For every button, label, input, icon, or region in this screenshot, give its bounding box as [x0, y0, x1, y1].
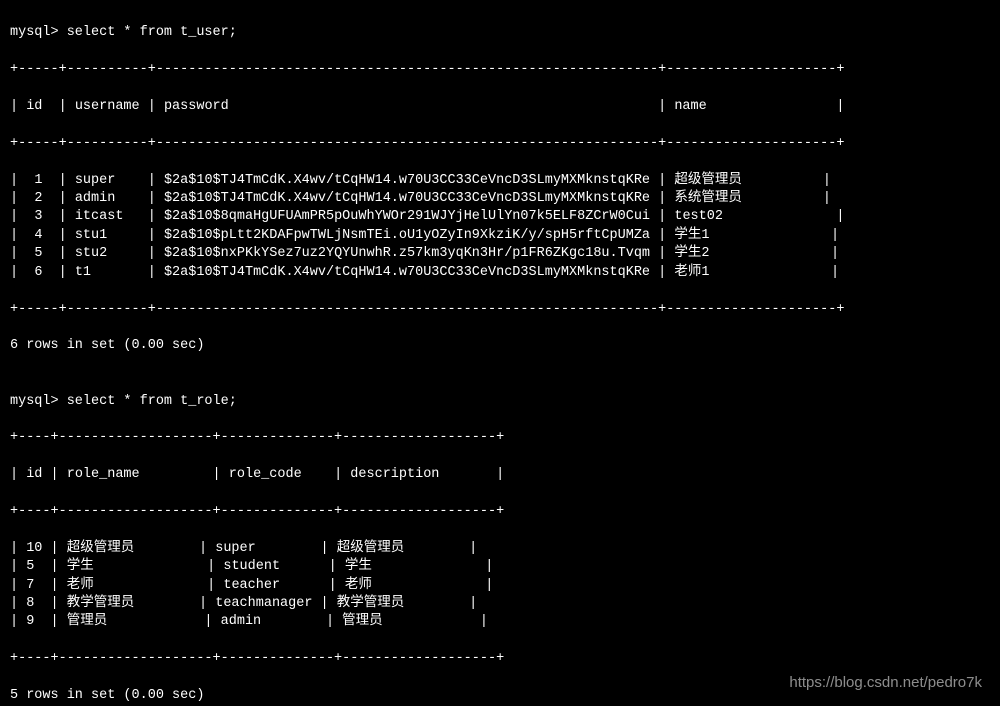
- cell-name: 系统管理员: [674, 191, 742, 206]
- col-id: id: [26, 99, 42, 114]
- cell-password: $2a$10$nxPKkYSez7uz2YQYUnwhR.z57km3yqKn3…: [164, 246, 650, 261]
- table-row: | 10 | 超级管理员 | super | 超级管理员 |: [10, 540, 990, 558]
- query-line-2: mysql> select * from t_role;: [10, 393, 990, 411]
- table2-border-mid: +----+-------------------+--------------…: [10, 503, 990, 521]
- table-row: | 1 | super | $2a$10$TJ4TmCdK.X4wv/tCqHW…: [10, 172, 990, 190]
- cell-tail: |: [709, 265, 839, 280]
- table1-border-mid: +-----+----------+----------------------…: [10, 135, 990, 153]
- col-password: password: [164, 99, 229, 114]
- cell-role-code: super: [215, 541, 312, 556]
- cell-role-name: 教学管理员: [67, 596, 135, 611]
- cell-role-code: teachmanager: [215, 596, 312, 611]
- table2-border-top: +----+-------------------+--------------…: [10, 429, 990, 447]
- cell-name: test02: [674, 209, 723, 224]
- cell-tail: |: [742, 173, 831, 188]
- col-username: username: [75, 99, 140, 114]
- cell-username: stu1: [75, 228, 140, 243]
- cell-role-name: 超级管理员: [67, 541, 135, 556]
- cell-id: 9: [26, 614, 42, 629]
- cell-tail: |: [709, 228, 839, 243]
- cell-password: $2a$10$pLtt2KDAFpwTWLjNsmTEi.oU1yOZyIn9X…: [164, 228, 650, 243]
- cell-password: $2a$10$TJ4TmCdK.X4wv/tCqHW14.w70U3CC33Ce…: [164, 173, 650, 188]
- table1-header: | id | username | password | name |: [10, 98, 990, 116]
- table-row: | 2 | admin | $2a$10$TJ4TmCdK.X4wv/tCqHW…: [10, 190, 990, 208]
- table-row: | 6 | t1 | $2a$10$TJ4TmCdK.X4wv/tCqHW14.…: [10, 264, 990, 282]
- col-role-name: role_name: [67, 467, 140, 482]
- watermark: https://blog.csdn.net/pedro7k: [789, 674, 982, 692]
- cell-role-code: admin: [221, 614, 318, 629]
- cell-name: 学生2: [674, 246, 709, 261]
- table1-footer: 6 rows in set (0.00 sec): [10, 337, 990, 355]
- table1-border-top: +-----+----------+----------------------…: [10, 61, 990, 79]
- col-description: description: [350, 467, 439, 482]
- mysql-prompt: mysql>: [10, 25, 59, 40]
- cell-username: stu2: [75, 246, 140, 261]
- terminal-output: mysql> select * from t_user; +-----+----…: [0, 0, 1000, 706]
- sql-command-2: select * from t_role;: [59, 394, 237, 409]
- table-row: | 9 | 管理员 | admin | 管理员 |: [10, 613, 990, 631]
- mysql-prompt: mysql>: [10, 394, 59, 409]
- table-row: | 4 | stu1 | $2a$10$pLtt2KDAFpwTWLjNsmTE…: [10, 227, 990, 245]
- cell-username: admin: [75, 191, 140, 206]
- cell-role-code: teacher: [223, 578, 320, 593]
- table-row: | 3 | itcast | $2a$10$8qmaHgUFUAmPR5pOuW…: [10, 208, 990, 226]
- cell-role-name: 学生: [67, 559, 94, 574]
- cell-tail: |: [742, 191, 831, 206]
- table2-header: | id | role_name | role_code | descripti…: [10, 466, 990, 484]
- cell-username: t1: [75, 265, 140, 280]
- cell-role-name: 管理员: [67, 614, 108, 629]
- col-role-code: role_code: [229, 467, 302, 482]
- cell-tail: |: [723, 209, 845, 224]
- cell-name: 学生1: [674, 228, 709, 243]
- cell-password: $2a$10$8qmaHgUFUAmPR5pOuWhYWOr291WJYjHel…: [164, 209, 650, 224]
- col-id: id: [26, 467, 42, 482]
- cell-description: 老师: [345, 578, 372, 593]
- cell-name: 超级管理员: [674, 173, 742, 188]
- cell-description: 教学管理员: [337, 596, 405, 611]
- cell-id: 5: [26, 559, 42, 574]
- cell-username: super: [75, 173, 140, 188]
- cell-id: 10: [26, 541, 42, 556]
- cell-description: 超级管理员: [337, 541, 405, 556]
- cell-tail: |: [709, 246, 839, 261]
- cell-id: 7: [26, 578, 42, 593]
- cell-password: $2a$10$TJ4TmCdK.X4wv/tCqHW14.w70U3CC33Ce…: [164, 191, 650, 206]
- table-row: | 8 | 教学管理员 | teachmanager | 教学管理员 |: [10, 595, 990, 613]
- cell-description: 管理员: [342, 614, 383, 629]
- cell-name: 老师1: [674, 265, 709, 280]
- cell-role-name: 老师: [67, 578, 94, 593]
- cell-id: 8: [26, 596, 42, 611]
- cell-username: itcast: [75, 209, 140, 224]
- sql-command-1: select * from t_user;: [59, 25, 237, 40]
- table1-border-bot: +-----+----------+----------------------…: [10, 301, 990, 319]
- cell-description: 学生: [345, 559, 372, 574]
- col-name: name: [674, 99, 706, 114]
- table-row: | 5 | stu2 | $2a$10$nxPKkYSez7uz2YQYUnwh…: [10, 245, 990, 263]
- table2-border-bot: +----+-------------------+--------------…: [10, 650, 990, 668]
- table-row: | 5 | 学生 | student | 学生 |: [10, 558, 990, 576]
- cell-role-code: student: [223, 559, 320, 574]
- query-line-1: mysql> select * from t_user;: [10, 24, 990, 42]
- cell-password: $2a$10$TJ4TmCdK.X4wv/tCqHW14.w70U3CC33Ce…: [164, 265, 650, 280]
- table-row: | 7 | 老师 | teacher | 老师 |: [10, 577, 990, 595]
